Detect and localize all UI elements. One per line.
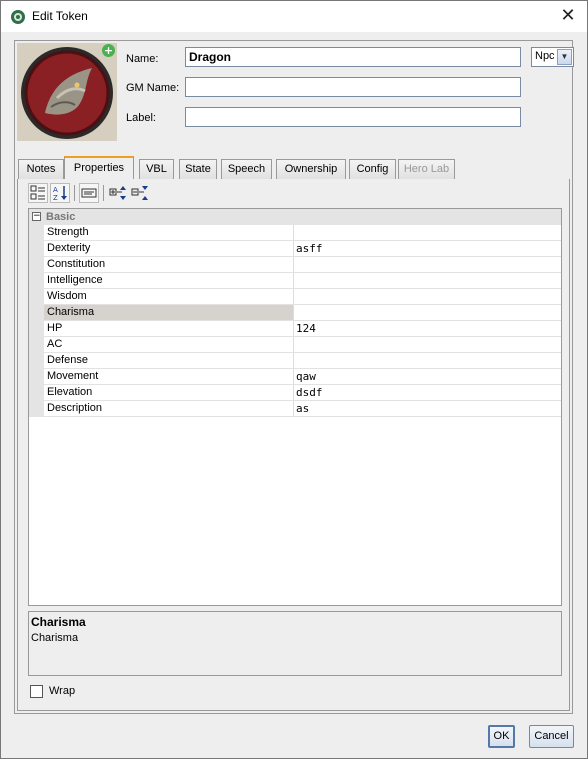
property-value[interactable] [294, 353, 561, 368]
property-value[interactable] [294, 225, 561, 240]
tab-properties[interactable]: Properties [64, 156, 134, 181]
property-key: Elevation [44, 385, 294, 400]
property-value[interactable]: qaw [294, 369, 561, 384]
expand-all-icon[interactable] [108, 183, 128, 203]
label-field[interactable] [185, 107, 521, 127]
tab-ownership[interactable]: Ownership [276, 159, 346, 180]
categorized-view-icon[interactable] [28, 183, 48, 203]
tab-speech[interactable]: Speech [221, 159, 272, 180]
property-row-description[interactable]: Description as [44, 401, 561, 417]
tab-hero-lab: Hero Lab [398, 159, 455, 180]
title-bar: Edit Token ✕ [0, 0, 588, 32]
svg-text:Z: Z [53, 194, 58, 202]
ok-button[interactable]: OK [488, 725, 515, 748]
dialog-body: + Name: Dragon Npc ▼ GM Name: Label: Not… [0, 32, 588, 759]
grid-gutter [29, 225, 44, 417]
tab-config[interactable]: Config [349, 159, 396, 180]
tab-notes[interactable]: Notes [18, 159, 64, 180]
close-icon[interactable]: ✕ [559, 7, 577, 25]
property-row-ac[interactable]: AC [44, 337, 561, 353]
property-description-panel: Charisma Charisma [28, 611, 562, 676]
sort-alphabetical-icon[interactable]: AZ [50, 183, 70, 203]
property-key: Intelligence [44, 273, 294, 288]
tab-state[interactable]: State [179, 159, 217, 180]
token-type-select[interactable]: Npc ▼ [531, 47, 574, 67]
chevron-down-icon: ▼ [557, 49, 572, 65]
property-key: Strength [44, 225, 294, 240]
plus-icon[interactable]: + [102, 44, 115, 57]
toggle-description-icon[interactable] [79, 183, 99, 203]
property-row-strength[interactable]: Strength [44, 225, 561, 241]
property-row-movement[interactable]: Movement qaw [44, 369, 561, 385]
property-key: Defense [44, 353, 294, 368]
collapse-toggle-icon[interactable]: − [32, 212, 41, 221]
property-value[interactable] [294, 257, 561, 272]
property-value[interactable] [294, 289, 561, 304]
collapse-all-icon[interactable] [130, 183, 150, 203]
property-row-intelligence[interactable]: Intelligence [44, 273, 561, 289]
token-type-value: Npc [535, 50, 555, 62]
label-label: Label: [126, 112, 156, 124]
edit-token-panel: + Name: Dragon Npc ▼ GM Name: Label: Not… [14, 40, 574, 714]
property-key: Dexterity [44, 241, 294, 256]
property-row-hp[interactable]: HP 124 [44, 321, 561, 337]
property-key: AC [44, 337, 294, 352]
toolbar-divider [103, 185, 104, 201]
name-label: Name: [126, 53, 159, 65]
maptool-icon [10, 9, 26, 25]
property-row-charisma[interactable]: Charisma [44, 305, 561, 321]
window-title: Edit Token [32, 9, 88, 23]
wrap-checkbox[interactable] [30, 685, 43, 698]
dragon-token-image [17, 43, 117, 141]
category-header-basic[interactable]: − Basic [29, 209, 561, 225]
property-value[interactable]: as [294, 401, 561, 416]
gm-name-field[interactable] [185, 77, 521, 97]
property-row-defense[interactable]: Defense [44, 353, 561, 369]
property-key: Constitution [44, 257, 294, 272]
gm-name-label: GM Name: [126, 82, 180, 94]
property-value[interactable] [294, 337, 561, 352]
description-text: Charisma [31, 632, 79, 644]
property-value[interactable]: dsdf [294, 385, 561, 400]
cancel-button[interactable]: Cancel [529, 725, 574, 748]
property-row-constitution[interactable]: Constitution [44, 257, 561, 273]
tab-vbl[interactable]: VBL [139, 159, 174, 180]
property-key: HP [44, 321, 294, 336]
property-key: Description [44, 401, 294, 416]
wrap-label: Wrap [49, 685, 76, 697]
toolbar-divider [74, 185, 75, 201]
svg-text:A: A [53, 186, 58, 194]
description-title: Charisma [31, 615, 86, 629]
token-portrait[interactable]: + [17, 43, 117, 141]
property-value[interactable] [294, 273, 561, 288]
property-value[interactable] [294, 305, 561, 320]
property-key: Wisdom [44, 289, 294, 304]
name-field[interactable]: Dragon [185, 47, 521, 67]
property-grid: − Basic Strength Dexterity asff Constitu… [28, 208, 562, 606]
property-row-wisdom[interactable]: Wisdom [44, 289, 561, 305]
property-key: Movement [44, 369, 294, 384]
property-row-dexterity[interactable]: Dexterity asff [44, 241, 561, 257]
property-value[interactable]: 124 [294, 321, 561, 336]
property-key: Charisma [44, 305, 294, 320]
category-label: Basic [46, 211, 76, 223]
properties-panel: AZ − Basic Strength Dexterity asff Const… [17, 179, 570, 711]
property-row-elevation[interactable]: Elevation dsdf [44, 385, 561, 401]
property-value[interactable]: asff [294, 241, 561, 256]
